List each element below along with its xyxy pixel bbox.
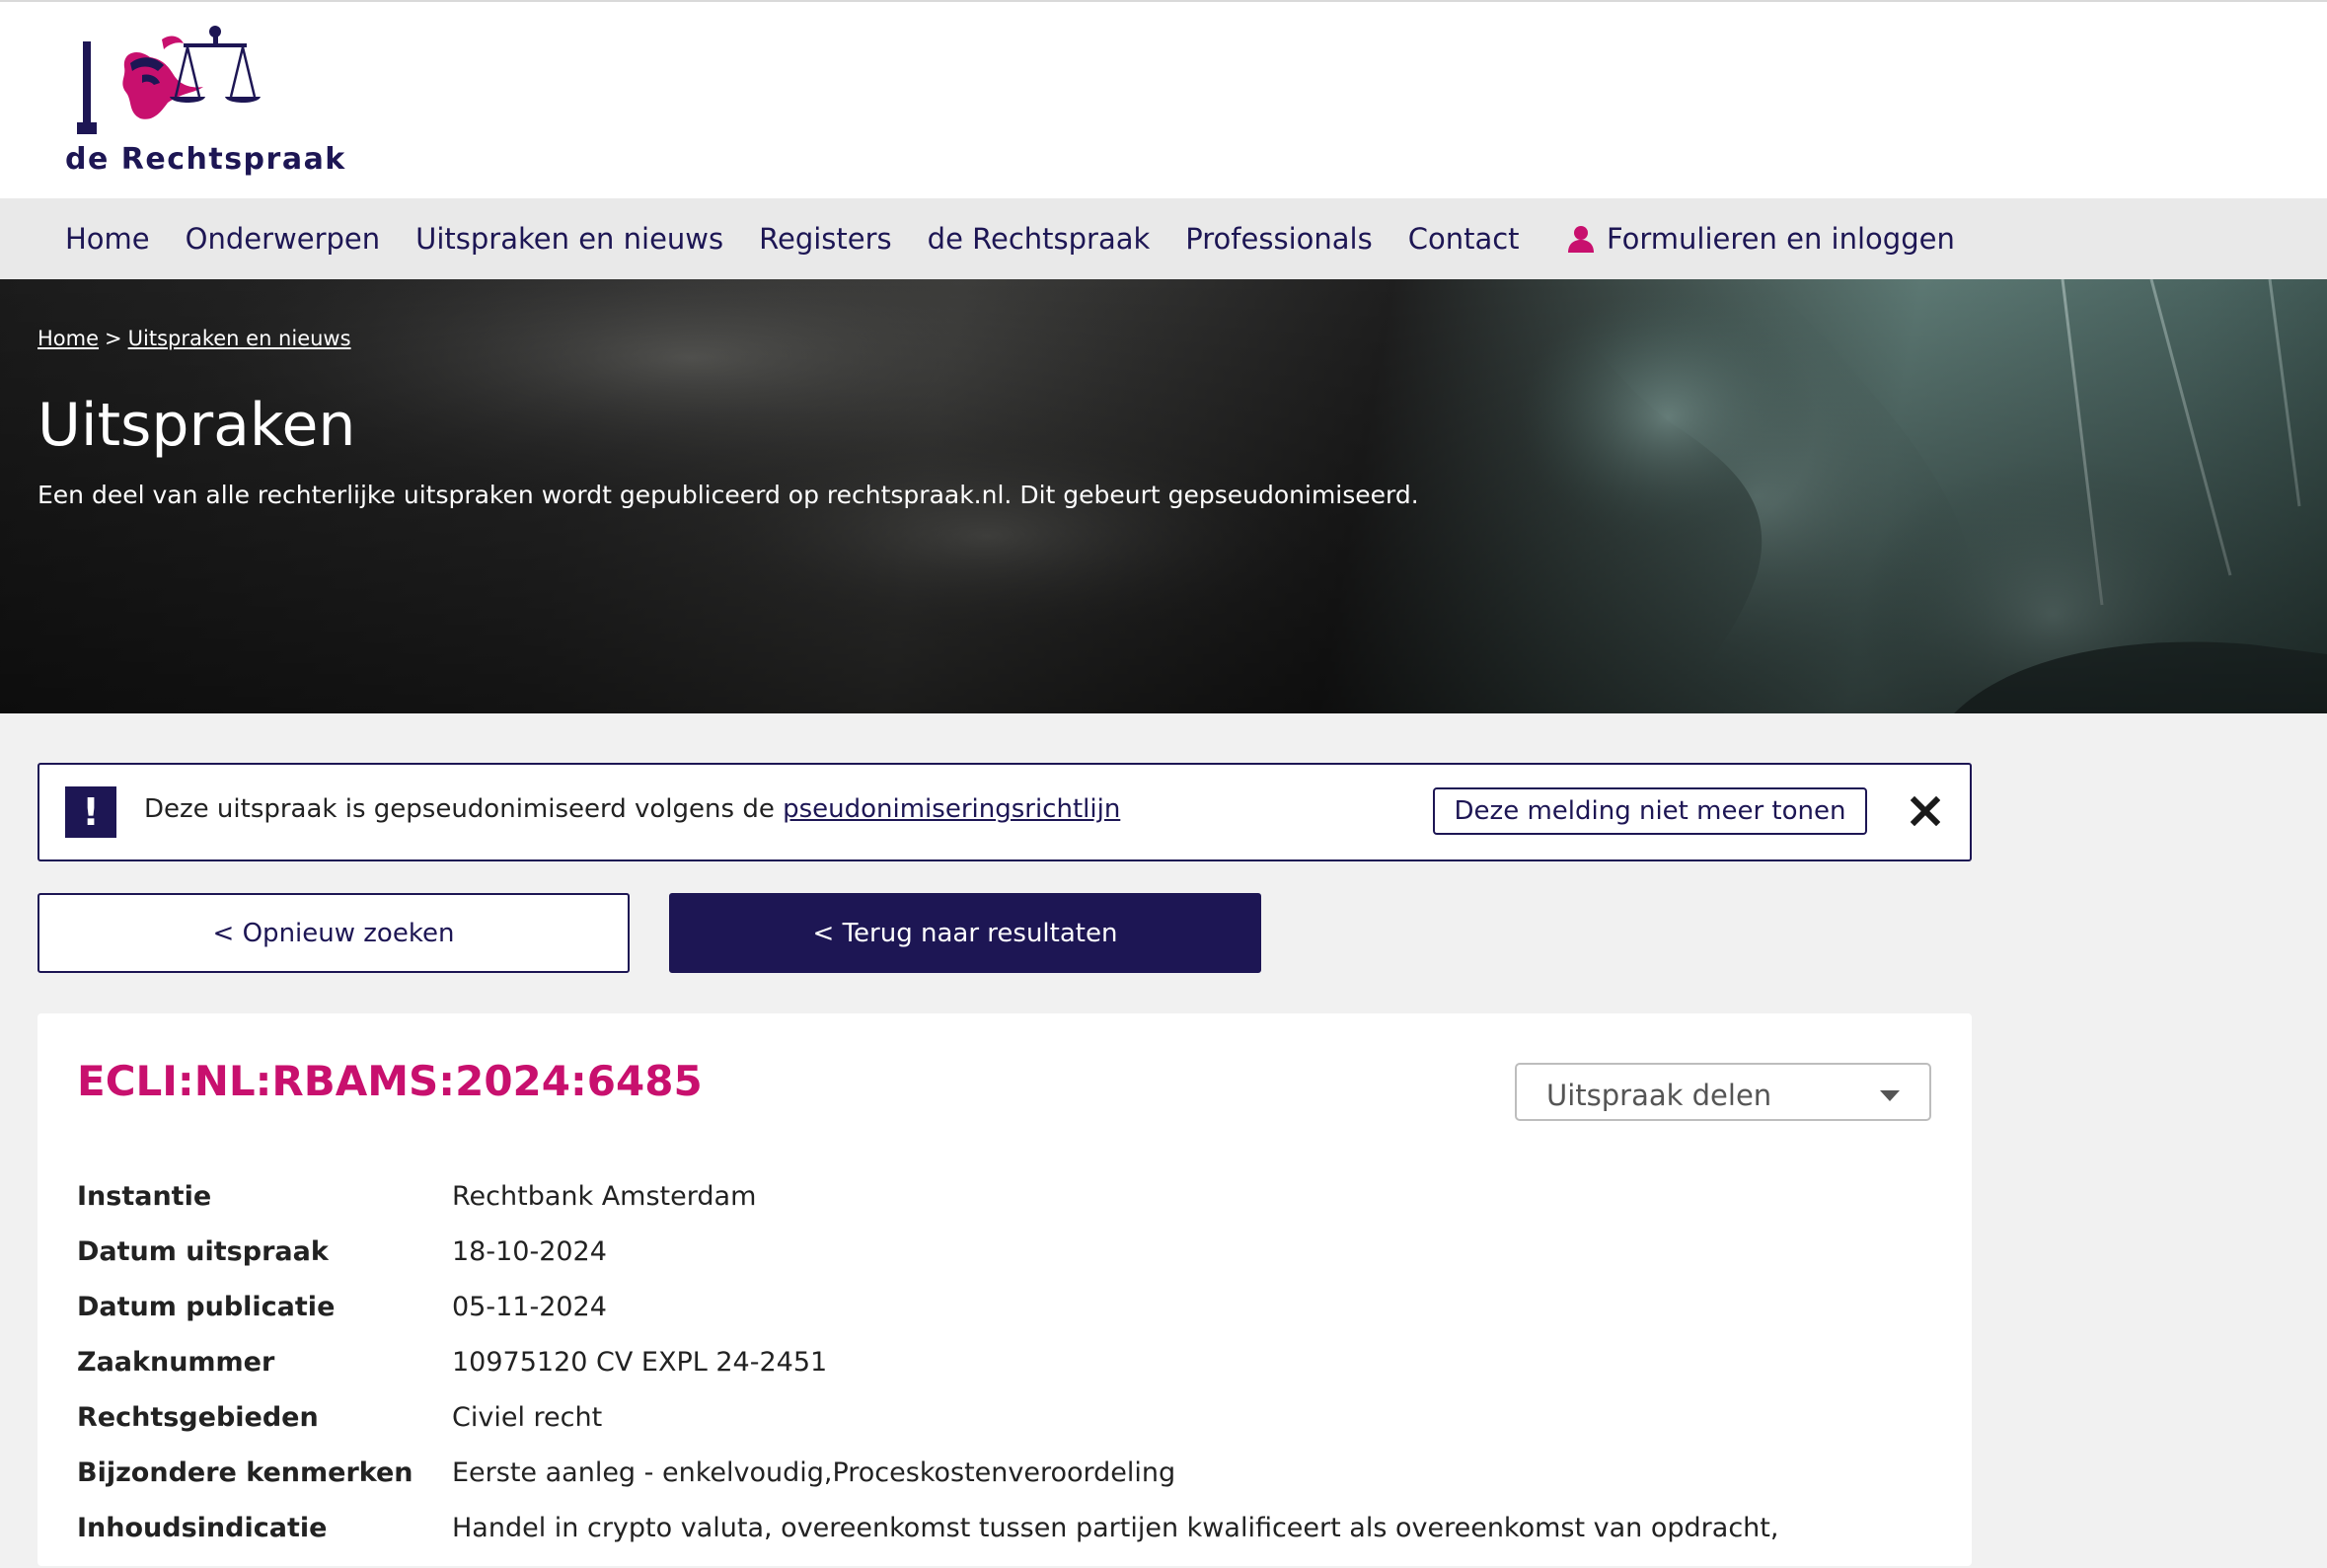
meta-row-rechtsgebieden: Rechtsgebieden Civiel recht <box>77 1402 1932 1457</box>
nav-item-de-rechtspraak[interactable]: de Rechtspraak <box>928 222 1151 256</box>
user-icon <box>1568 226 1594 253</box>
share-ruling-select[interactable]: Uitspraak delen <box>1515 1063 1931 1121</box>
nav-item-home[interactable]: Home <box>65 222 150 256</box>
justitia-logo-icon <box>77 26 261 134</box>
nav-login-label: Formulieren en inloggen <box>1607 222 1955 256</box>
site-logo[interactable]: de Rechtspraak <box>59 20 344 183</box>
meta-value: 05-11-2024 <box>452 1292 607 1322</box>
meta-label: Zaaknummer <box>77 1347 275 1378</box>
nav-item-uitspraken-en-nieuws[interactable]: Uitspraken en nieuws <box>415 222 723 256</box>
meta-label: Datum publicatie <box>77 1292 336 1322</box>
meta-row-zaaknummer: Zaaknummer 10975120 CV EXPL 24-2451 <box>77 1347 1932 1402</box>
close-icon[interactable] <box>1901 786 1950 836</box>
pseudonymisation-notice: ! Deze uitspraak is gepseudonimiseerd vo… <box>38 763 1972 861</box>
meta-label: Datum uitspraak <box>77 1236 329 1267</box>
site-header: de Rechtspraak <box>0 0 2327 198</box>
meta-label: Bijzondere kenmerken <box>77 1457 413 1488</box>
meta-label: Instantie <box>77 1181 212 1212</box>
logo-wordmark: de Rechtspraak <box>65 142 346 177</box>
breadcrumb-home[interactable]: Home <box>38 327 99 350</box>
breadcrumb: Home > Uitspraken en nieuws <box>38 327 351 350</box>
breadcrumb-uitspraken-en-nieuws[interactable]: Uitspraken en nieuws <box>128 327 351 350</box>
share-ruling-label: Uitspraak delen <box>1546 1079 1772 1112</box>
ruling-metadata: Instantie Rechtbank Amsterdam Datum uits… <box>77 1181 1932 1568</box>
meta-row-instantie: Instantie Rechtbank Amsterdam <box>77 1181 1932 1236</box>
meta-value: Handel in crypto valuta, overeenkomst tu… <box>452 1513 1779 1543</box>
nav-item-registers[interactable]: Registers <box>759 222 892 256</box>
nav-item-contact[interactable]: Contact <box>1408 222 1520 256</box>
ecli-identifier: ECLI:NL:RBAMS:2024:6485 <box>77 1057 703 1105</box>
nav-item-onderwerpen[interactable]: Onderwerpen <box>186 222 381 256</box>
meta-label: Inhoudsindicatie <box>77 1513 328 1543</box>
meta-label: Rechtsgebieden <box>77 1402 319 1433</box>
meta-value: Eerste aanleg - enkelvoudig,Proceskosten… <box>452 1457 1176 1488</box>
exclamation-icon: ! <box>65 786 116 838</box>
back-to-results-button[interactable]: < Terug naar resultaten <box>669 893 1261 973</box>
nav-login-link[interactable]: Formulieren en inloggen <box>1567 198 1955 279</box>
new-search-button[interactable]: < Opnieuw zoeken <box>38 893 630 973</box>
meta-row-bijzondere-kenmerken: Bijzondere kenmerken Eerste aanleg - enk… <box>77 1457 1932 1513</box>
notice-guideline-link[interactable]: pseudonimiseringsrichtlijn <box>783 794 1120 824</box>
meta-value: 10975120 CV EXPL 24-2451 <box>452 1347 828 1378</box>
caret-down-icon <box>1880 1090 1900 1101</box>
notice-message: Deze uitspraak is gepseudonimiseerd volg… <box>144 794 775 824</box>
breadcrumb-separator: > <box>105 327 122 350</box>
notice-dismiss-button[interactable]: Deze melding niet meer tonen <box>1433 787 1867 835</box>
meta-value: Civiel recht <box>452 1402 603 1433</box>
meta-row-datum-publicatie: Datum publicatie 05-11-2024 <box>77 1292 1932 1347</box>
main-navigation: Home Onderwerpen Uitspraken en nieuws Re… <box>0 198 2327 279</box>
meta-value: Rechtbank Amsterdam <box>452 1181 757 1212</box>
meta-row-datum-uitspraak: Datum uitspraak 18-10-2024 <box>77 1236 1932 1292</box>
meta-row-inhoudsindicatie: Inhoudsindicatie Handel in crypto valuta… <box>77 1513 1932 1568</box>
meta-value: 18-10-2024 <box>452 1236 607 1267</box>
nav-item-professionals[interactable]: Professionals <box>1185 222 1372 256</box>
notice-text: Deze uitspraak is gepseudonimiseerd volg… <box>144 794 1120 824</box>
page-intro: Een deel van alle rechterlijke uitsprake… <box>38 481 1419 509</box>
page-title: Uitspraken <box>38 391 356 460</box>
hero-banner: Home > Uitspraken en nieuws Uitspraken Een… <box>0 279 2327 713</box>
ruling-details-card: ECLI:NL:RBAMS:2024:6485 Uitspraak delen … <box>38 1013 1972 1566</box>
